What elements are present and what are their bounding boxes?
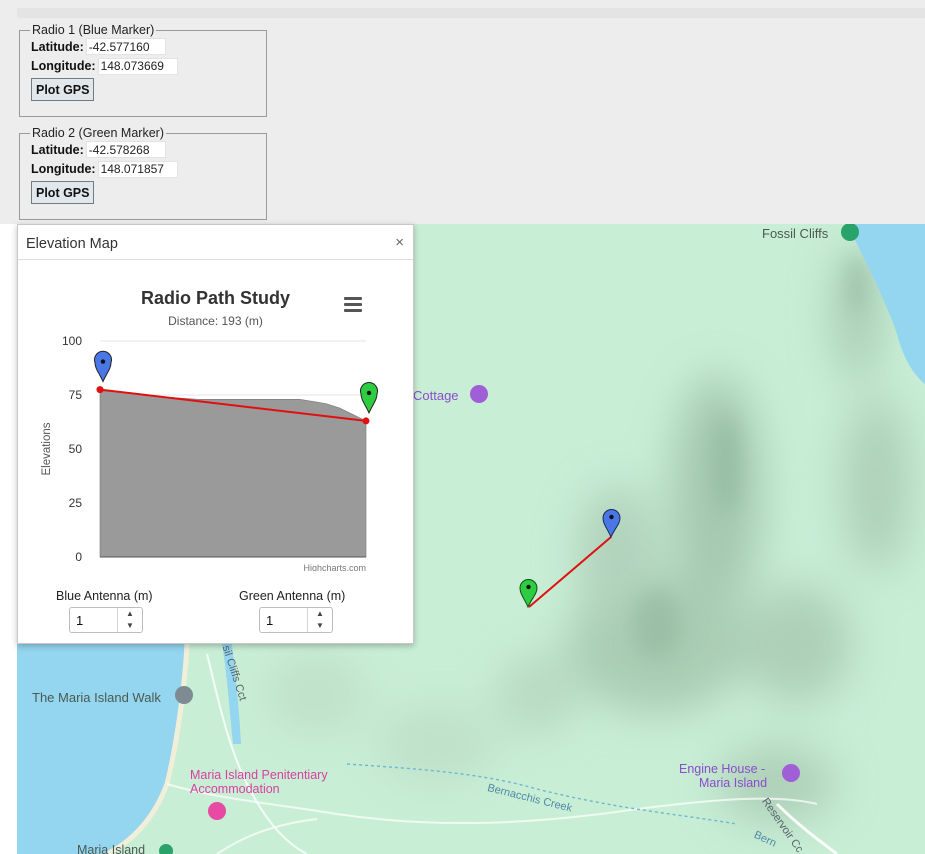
elevation-dialog: Elevation Map × Radio Path Study Distanc…: [17, 224, 414, 644]
museum-icon[interactable]: [782, 764, 800, 782]
map-label-fossil-cliffs[interactable]: Fossil Cliffs: [762, 226, 828, 241]
radio1-longitude-input[interactable]: [97, 57, 178, 75]
radio2-latitude-input[interactable]: [85, 141, 166, 159]
marker-dot: [100, 359, 106, 364]
radio2-latitude-row: Latitude:: [31, 140, 266, 160]
map-label-penitentiary-line1[interactable]: Maria Island Penitentiary: [190, 768, 328, 782]
blue-marker-icon[interactable]: [94, 350, 112, 383]
green-antenna-value[interactable]: 1: [260, 608, 307, 632]
pin-icon[interactable]: [175, 686, 193, 704]
path-end-point: [362, 417, 370, 425]
chart-subtitle: Distance: 193 (m): [168, 314, 263, 328]
radio1-plot-gps-button[interactable]: Plot GPS: [31, 78, 95, 101]
chart-y-ticks: 100 75 50 25 0: [62, 334, 82, 564]
radio1-fieldset: Radio 1 (Blue Marker) Latitude: Longitud…: [19, 23, 267, 117]
radio2-longitude-input[interactable]: [97, 160, 178, 178]
dialog-titlebar[interactable]: Elevation Map ×: [18, 225, 413, 260]
radio2-latitude-label: Latitude:: [31, 142, 84, 157]
dialog-title: Elevation Map: [26, 236, 118, 252]
blue-antenna-label: Blue Antenna (m): [56, 589, 153, 603]
radio2-fieldset: Radio 2 (Green Marker) Latitude: Longitu…: [19, 126, 267, 220]
radio2-longitude-label: Longitude:: [31, 162, 96, 177]
chart-series: [94, 350, 378, 558]
y-tick-label: 75: [69, 388, 83, 402]
radio1-longitude-row: Longitude:: [31, 57, 266, 77]
radio1-latitude-input[interactable]: [85, 38, 166, 56]
map-label-penitentiary-line2[interactable]: Accommodation: [190, 782, 280, 796]
park-icon[interactable]: [159, 844, 173, 854]
map-label-engine-house-line1[interactable]: Engine House -: [679, 762, 765, 776]
increment-arrow-icon[interactable]: ▲: [308, 608, 332, 620]
increment-arrow-icon[interactable]: ▲: [118, 608, 142, 620]
map-label-maria-island-bottom[interactable]: Maria Island: [77, 843, 145, 854]
decrement-arrow-icon[interactable]: ▼: [118, 620, 142, 632]
radio1-legend: Radio 1 (Blue Marker): [32, 23, 155, 37]
y-tick-label: 100: [62, 334, 82, 348]
decrement-arrow-icon[interactable]: ▼: [308, 620, 332, 632]
green-antenna-label: Green Antenna (m): [239, 589, 346, 603]
path-start-point: [96, 386, 104, 394]
close-icon[interactable]: ×: [395, 234, 404, 251]
marker-shape: [94, 350, 112, 383]
chart-credits[interactable]: Highcharts.com: [303, 563, 366, 571]
hamburger-menu-icon[interactable]: [344, 297, 362, 315]
green-antenna-arrows[interactable]: ▲ ▼: [307, 608, 332, 632]
top-strip: [17, 8, 925, 18]
blue-antenna-spinner[interactable]: 1 ▲ ▼: [69, 607, 143, 633]
marker-shape: [360, 382, 378, 415]
map-label-maria-island-walk[interactable]: The Maria Island Walk: [32, 690, 161, 705]
radio1-longitude-label: Longitude:: [31, 59, 96, 74]
chart-y-axis-label: Elevations: [41, 422, 53, 475]
radio2-plot-gps-button[interactable]: Plot GPS: [31, 181, 95, 204]
y-tick-label: 0: [75, 550, 82, 564]
museum-icon[interactable]: [470, 385, 488, 403]
y-tick-label: 25: [69, 496, 83, 510]
radio2-longitude-row: Longitude:: [31, 160, 266, 180]
blue-antenna-value[interactable]: 1: [70, 608, 117, 632]
elevation-chart: 100 75 50 25 0 Elevations Highcharts.com: [41, 334, 378, 571]
radio1-latitude-row: Latitude:: [31, 37, 266, 57]
marker-dot: [366, 390, 372, 396]
green-marker-icon[interactable]: [360, 382, 378, 415]
map-label-engine-house-line2[interactable]: Maria Island: [699, 776, 767, 790]
radio1-latitude-label: Latitude:: [31, 39, 84, 54]
blue-antenna-arrows[interactable]: ▲ ▼: [117, 608, 142, 632]
map-label-cottage[interactable]: Cottage: [413, 388, 459, 403]
hotel-icon[interactable]: [208, 802, 226, 820]
green-antenna-spinner[interactable]: 1 ▲ ▼: [259, 607, 333, 633]
radio2-legend: Radio 2 (Green Marker): [32, 126, 164, 140]
y-tick-label: 50: [69, 442, 83, 456]
